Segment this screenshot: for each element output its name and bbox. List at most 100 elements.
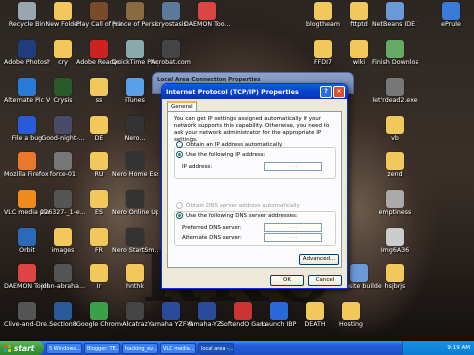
ip-auto-option[interactable]: Obtain an IP address automatically <box>176 141 282 148</box>
desktop-icon-finish-download[interactable]: Finish Download... <box>372 40 418 66</box>
task-local-area[interactable]: local area -... <box>198 342 234 354</box>
img6a36-icon <box>386 228 404 246</box>
desktop-icon-let-rdead2-exe[interactable]: let'rdead2.exe <box>372 78 418 104</box>
desktop-icon-label: ePrule <box>441 21 461 28</box>
alternate-dns-input[interactable]: . . . <box>264 233 322 242</box>
ip-auto-radio[interactable] <box>176 141 183 148</box>
preferred-dns-input[interactable]: . . . <box>264 223 322 232</box>
good-night-icon <box>54 116 72 134</box>
desktop-icon-nero-startsm[interactable]: Nero StartSm... <box>112 228 158 254</box>
desktop-icon-emptiness[interactable]: emptiness <box>372 190 418 216</box>
desktop-icon-nero-home-essentials[interactable]: Nero Home Essentials <box>112 152 158 178</box>
yamaha-yzf-r1-icon <box>162 302 180 320</box>
clive-and-dre-icon <box>18 302 36 320</box>
desktop-icon-label: Img6A36 <box>380 247 410 254</box>
advanced-button[interactable]: Advanced... <box>299 254 339 265</box>
close-button[interactable]: × <box>333 86 345 98</box>
start-button[interactable]: start <box>0 341 44 355</box>
ru-icon <box>90 152 108 170</box>
desktop-icon-label: NetBeans IDE 7.0.1 <box>372 21 418 28</box>
images-icon <box>54 228 72 246</box>
ffdi7-icon <box>314 40 332 58</box>
softendo-games-icon <box>234 302 252 320</box>
desktop-icon-label: Hosting <box>338 321 364 328</box>
yamaha-yz-icon <box>198 302 216 320</box>
quicktime-player-icon <box>126 40 144 58</box>
desktop-icon-label: hnthk <box>125 283 145 290</box>
ip-manual-option[interactable]: Use the following IP address: <box>176 151 265 158</box>
cryostasis-icon <box>162 2 180 20</box>
let-rdead2-exe-icon <box>386 78 404 96</box>
desktop-icon-label: vb <box>391 135 399 142</box>
desktop-icon-netbeans-ide-7-0-1[interactable]: NetBeans IDE 7.0.1 <box>372 2 418 28</box>
desktop-icon-label: Nero StartSm... <box>112 247 158 254</box>
emptiness-icon <box>386 190 404 208</box>
blogtheam-icon <box>314 2 332 20</box>
cry-icon <box>54 40 72 58</box>
file-a-bug-icon <box>18 116 36 134</box>
desktop-icon-label: emptiness <box>378 209 412 216</box>
help-button[interactable]: ? <box>320 86 332 98</box>
desktop-icon-hosting[interactable]: Hosting <box>328 302 374 328</box>
task-hacking[interactable]: hacking_ev... <box>122 342 158 354</box>
alternate-dns-label: Alternate DNS server: <box>182 234 242 241</box>
dialog-title: Internet Protocol (TCP/IP) Properties <box>166 87 299 96</box>
new-folder-icon <box>54 2 72 20</box>
dns-auto-radio <box>176 202 183 209</box>
mozilla-firefox-4-0-beta-12-icon <box>18 152 36 170</box>
task-vlc[interactable]: VLC media... <box>160 342 196 354</box>
google-chrome-icon <box>90 302 108 320</box>
desktop-icon-zend[interactable]: zend <box>372 152 418 178</box>
desktop-icon-eprule[interactable]: ePrule <box>428 2 474 28</box>
orbit-icon <box>18 228 36 246</box>
task-blogger[interactable]: Blogger: TE... <box>84 342 120 354</box>
prince-of-persia-t2t-icon <box>126 2 144 20</box>
desktop: RKO Recycle BinNew FolderPlay Call of Ju… <box>0 0 474 341</box>
desktop-icon-nero[interactable]: Nero... <box>112 116 158 142</box>
desktop-icon-vb[interactable]: vb <box>372 116 418 142</box>
dns-manual-option[interactable]: Use the following DNS server addresses: <box>176 212 298 219</box>
john-abraha-icon <box>54 264 72 282</box>
windows-flag-icon <box>4 344 11 352</box>
clock[interactable]: 9:19 AM <box>447 345 470 351</box>
nero-home-essentials-icon <box>126 152 144 170</box>
ir-icon <box>90 264 108 282</box>
netbeans-ide-7-0-1-icon <box>386 2 404 20</box>
desktop-icon-label: iTunes <box>125 97 145 104</box>
preferred-dns-label: Preferred DNS server: <box>182 224 242 231</box>
ss-icon <box>90 78 108 96</box>
nero-online-upgrade-icon <box>126 190 144 208</box>
tcpip-properties-dialog: Internet Protocol (TCP/IP) Properties ? … <box>161 83 348 289</box>
ok-button[interactable]: OK <box>270 275 304 286</box>
desktop-icon-nero-online-upgrade[interactable]: Nero Online Upgrade <box>112 190 158 216</box>
desktop-icon-hnthk[interactable]: hnthk <box>112 264 158 290</box>
crysis-icon <box>54 78 72 96</box>
system-tray: 9:19 AM <box>402 341 474 355</box>
ip-auto-label: Obtain an IP address automatically <box>186 141 283 148</box>
desktop-icon-acrobat-com[interactable]: Acrobat.com <box>148 40 194 66</box>
desktop-icon-img6a36[interactable]: Img6A36 <box>372 228 418 254</box>
eprule-icon <box>442 2 460 20</box>
fttptd-icon <box>350 2 368 20</box>
vlc-media-player-icon <box>18 190 36 208</box>
desktop-icon-label: DAEMON Too... <box>184 21 230 28</box>
desktop-icon-label: Nero... <box>124 135 146 142</box>
226327-1-e-icon <box>54 190 72 208</box>
hosting-icon <box>342 302 360 320</box>
ip-manual-radio[interactable] <box>176 151 183 158</box>
dns-manual-radio[interactable] <box>176 212 183 219</box>
ip-address-label: IP address: <box>182 163 213 170</box>
desktop-icon-label: Nero Online Upgrade <box>112 209 158 216</box>
task-windows-explorer[interactable]: 5 Windows... <box>46 342 82 354</box>
dns-auto-label: Obtain DNS server address automatically <box>186 202 300 209</box>
desktop-icon-hsjbrjs[interactable]: hsjbrjs <box>372 264 418 290</box>
dns-manual-label: Use the following DNS server addresses: <box>186 212 298 219</box>
wiki-icon <box>350 40 368 58</box>
ip-address-input[interactable]: . . . <box>264 162 322 171</box>
dialog-description: You can get IP settings assigned automat… <box>174 116 330 143</box>
desktop-icon-daemon-too[interactable]: DAEMON Too... <box>184 2 230 28</box>
nero-icon <box>126 116 144 134</box>
ip-address-row: IP address: . . . <box>182 162 322 171</box>
dialog-titlebar[interactable]: Internet Protocol (TCP/IP) Properties ? … <box>162 84 347 99</box>
cancel-button[interactable]: Cancel <box>308 275 342 286</box>
